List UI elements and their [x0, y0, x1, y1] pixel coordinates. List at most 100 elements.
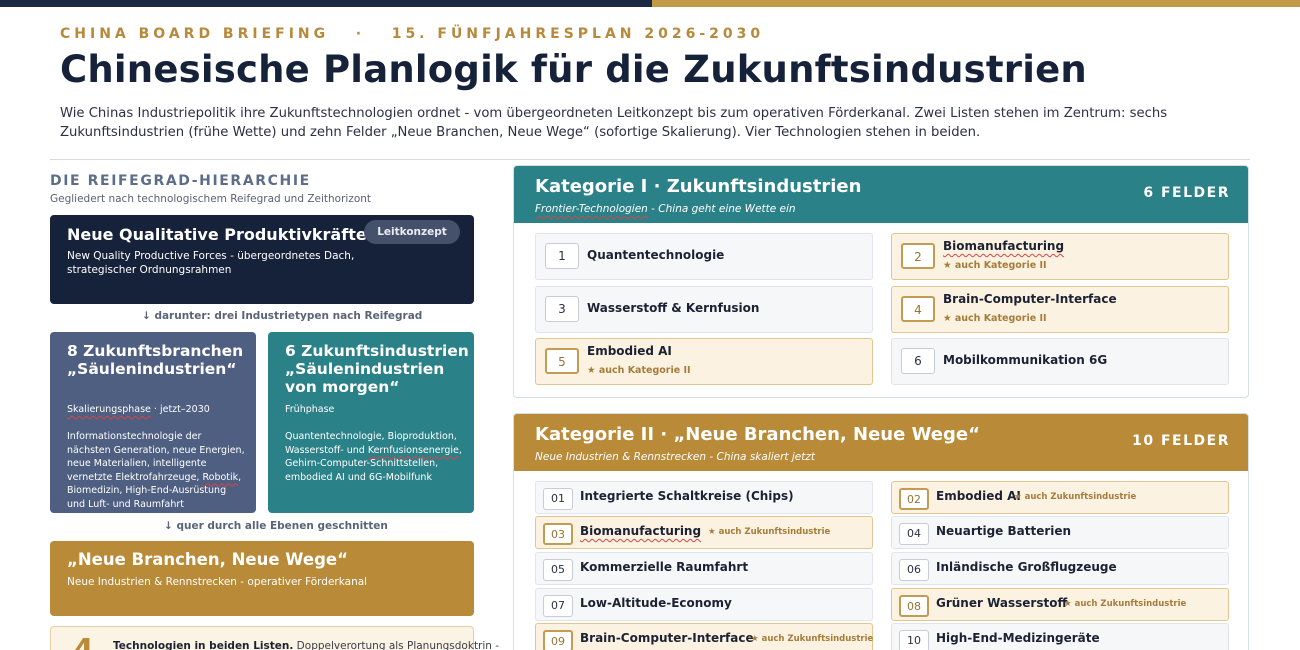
item-name: Inländische Großflugzeuge [936, 560, 1117, 574]
future-desc-marked: Kernfusionsenergie [367, 444, 459, 456]
future-description: Quantentechnologie, Bioproduktion, Wasse… [285, 430, 463, 484]
item-number: 2 [901, 243, 935, 269]
item-number: 02 [899, 488, 929, 510]
category-1-subtitle: Frontier-Technologien - China geht eine … [535, 203, 796, 215]
item-number: 4 [901, 296, 935, 322]
category-2-item: 10 High-End-Medizingeräte [891, 623, 1229, 650]
arrow-note-industry-types: ↓ darunter: drei Industrietypen nach Rei… [142, 310, 423, 322]
category-2-item: 06 Inländische Großflugzeuge [891, 552, 1229, 585]
category-1-subtitle-rest: - China geht eine Wette ein [647, 203, 796, 215]
new-branches-title: „Neue Branchen, Neue Wege“ [67, 550, 348, 569]
category-1-panel: Kategorie I · Zukunftsindustrien Frontie… [513, 165, 1249, 398]
category-2-panel: Kategorie II · „Neue Branchen, Neue Wege… [513, 413, 1249, 650]
category-2-item: 03 Biomanufacturing ★ auch Zukunftsindus… [535, 516, 873, 549]
category-1-title: Kategorie I · Zukunftsindustrien [535, 176, 862, 197]
item-number: 10 [899, 630, 929, 650]
item-name: Quantentechnologie [587, 248, 725, 262]
item-name: Biomanufacturing [580, 524, 702, 538]
item-number: 5 [545, 348, 579, 374]
future-title: 6 Zukunftsindustrien „Säulenindustrien v… [285, 342, 469, 396]
category-2-item: 08 Grüner Wasserstoff ★ auch Zukunftsind… [891, 588, 1229, 621]
item-number: 05 [543, 559, 573, 581]
category-2-item: 05 Kommerzielle Raumfahrt [535, 552, 873, 585]
also-badge: ★ auch Zukunftsindustrie [1014, 492, 1137, 502]
item-name: Integrierte Schaltkreise (Chips) [580, 489, 794, 503]
item-name: Wasserstoff & Kernfusion [587, 301, 760, 315]
item-name: Low-Altitude-Economy [580, 596, 732, 610]
category-1-header: Kategorie I · Zukunftsindustrien Frontie… [514, 166, 1248, 223]
future-industries-box: 6 Zukunftsindustrien „Säulenindustrien v… [268, 332, 474, 513]
overlap-rest: Doppelverortung als Planungsdoktrin - [293, 640, 500, 650]
kicker: CHINA BOARD BRIEFING · 15. FÜNFJAHRESPLA… [60, 26, 765, 42]
category-2-header: Kategorie II · „Neue Branchen, Neue Wege… [514, 414, 1248, 471]
item-name: Grüner Wasserstoff [936, 596, 1068, 610]
category-2-count: 10 FELDER [1132, 433, 1230, 449]
concept-badge: Leitkonzept [364, 220, 460, 244]
category-1-item: 3 Wasserstoff & Kernfusion [535, 286, 873, 333]
category-1-item: 1 Quantentechnologie [535, 233, 873, 280]
category-1-count: 6 FELDER [1143, 185, 1230, 201]
category-1-item: 6 Mobilkommunikation 6G [891, 338, 1229, 385]
category-1-item: 5 Embodied AI ★ auch Kategorie II [535, 338, 873, 385]
pillar-phase-rest: · jetzt–2030 [150, 404, 210, 415]
pillar-title: 8 Zukunftsbranchen „Säulenindustrien“ [67, 342, 244, 378]
overlap-label: Technologien in beiden Listen. [113, 640, 294, 650]
also-badge: ★ auch Kategorie II [943, 313, 1047, 324]
top-accent-navy [0, 0, 652, 7]
category-1-item: 4 Brain-Computer-Interface ★ auch Katego… [891, 286, 1229, 333]
category-2-subtitle: Neue Industrien & Rennstrecken - China s… [535, 451, 816, 463]
item-number: 04 [899, 523, 929, 545]
pillar-phase-marked: Skalierungsphase [67, 404, 151, 415]
item-name: Biomanufacturing [943, 239, 1065, 253]
category-2-title: Kategorie II · „Neue Branchen, Neue Wege… [535, 424, 980, 445]
intro-text: Wie Chinas Industriepolitik ihre Zukunft… [60, 106, 1168, 140]
item-number: 1 [545, 243, 579, 269]
arrow-note-cross-cut: ↓ quer durch alle Ebenen geschnitten [164, 520, 388, 532]
new-branches-box: „Neue Branchen, Neue Wege“ Neue Industri… [50, 541, 474, 616]
item-name: Kommerzielle Raumfahrt [580, 560, 749, 574]
also-badge: ★ auch Zukunftsindustrie [1064, 599, 1187, 609]
divider [50, 159, 1250, 160]
overlap-note: 4 Technologien in beiden Listen. Doppelv… [50, 626, 499, 650]
item-number: 6 [901, 348, 935, 374]
item-number: 06 [899, 559, 929, 581]
item-name: Neuartige Batterien [936, 524, 1072, 538]
new-branches-subtitle: Neue Industrien & Rennstrecken - operati… [67, 576, 368, 588]
hierarchy-heading: DIE REIFEGRAD-HIERARCHIE [50, 173, 311, 189]
item-name: Embodied AI [587, 344, 672, 358]
overlap-text: Technologien in beiden Listen. Doppelver… [113, 640, 499, 650]
also-badge: ★ auch Zukunftsindustrie [751, 634, 874, 644]
item-number: 09 [543, 630, 573, 650]
item-name: Embodied AI [936, 489, 1021, 503]
category-2-item: 01 Integrierte Schaltkreise (Chips) [535, 481, 873, 514]
pillar-phase: Skalierungsphase · jetzt–2030 [67, 404, 210, 415]
item-number: 3 [545, 296, 579, 322]
item-name: Brain-Computer-Interface [580, 631, 754, 645]
pillar-industries-box: 8 Zukunftsbranchen „Säulenindustrien“ Sk… [50, 332, 256, 513]
also-badge: ★ auch Kategorie II [943, 260, 1047, 271]
overlap-count: 4 [73, 633, 94, 650]
item-number: 03 [543, 523, 573, 545]
item-name: Brain-Computer-Interface [943, 292, 1117, 306]
item-name: Mobilkommunikation 6G [943, 353, 1108, 367]
page-title: Chinesische Planlogik für die Zukunftsin… [60, 48, 1087, 91]
category-2-item: 04 Neuartige Batterien [891, 516, 1229, 549]
item-number: 07 [543, 595, 573, 617]
top-accent-bar [0, 0, 1300, 7]
also-badge: ★ auch Kategorie II [587, 365, 691, 376]
concept-title: Neue Qualitative Produktivkräfte [67, 225, 367, 244]
category-2-item: 07 Low-Altitude-Economy [535, 588, 873, 621]
concept-subtitle: New Quality Productive Forces - übergeor… [67, 250, 355, 276]
category-1-item: 2 Biomanufacturing ★ auch Kategorie II [891, 233, 1229, 280]
category-2-item: 09 Brain-Computer-Interface ★ auch Zukun… [535, 623, 873, 650]
item-number: 01 [543, 488, 573, 510]
item-number: 08 [899, 595, 929, 617]
pillar-desc-marked: Robotik [202, 471, 239, 483]
pillar-description: Informationstechnologie der nächsten Gen… [67, 430, 245, 511]
top-accent-gold [652, 0, 1300, 7]
category-1-subtitle-marked: Frontier-Technologien [535, 203, 648, 215]
concept-box: Neue Qualitative Produktivkräfte Leitkon… [50, 215, 474, 304]
future-phase: Frühphase [285, 404, 335, 415]
category-2-item: 02 Embodied AI ★ auch Zukunftsindustrie [891, 481, 1229, 514]
item-name: High-End-Medizingeräte [936, 631, 1100, 645]
